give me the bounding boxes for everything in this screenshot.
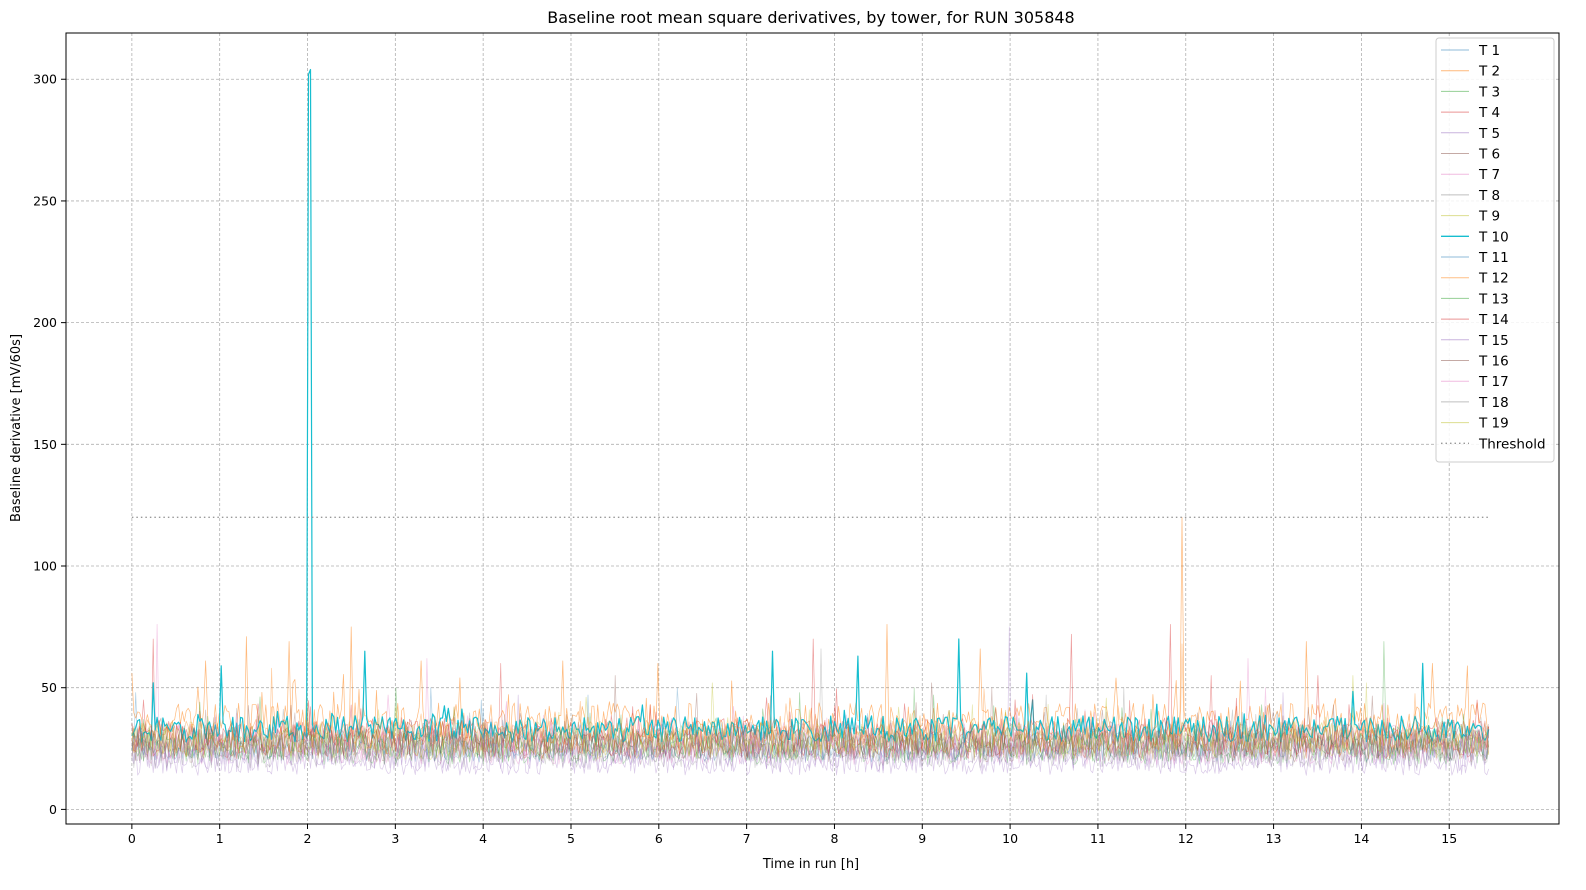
x-tick-label: 15 [1441,831,1457,846]
x-tick-label: 1 [216,831,224,846]
legend-label: T 7 [1478,167,1500,183]
x-axis-label: Time in run [h] [762,857,859,872]
legend-label: T 19 [1478,416,1509,432]
x-tick-label: 0 [128,831,136,846]
plot-frame [65,32,1560,825]
x-tick-label: 8 [830,831,838,846]
y-axis-label: Baseline derivative [mV/60s] [9,334,24,522]
x-tick-label: 3 [391,831,399,846]
x-tick-label: 2 [304,831,312,846]
legend-label: T 4 [1478,105,1500,121]
y-tick-label: 300 [33,72,57,87]
legend-label: T 9 [1478,209,1500,225]
series-layer [131,68,1490,776]
legend-label: T 15 [1478,333,1509,349]
legend-label: T 11 [1478,250,1509,266]
x-tick-label: 9 [918,831,926,846]
legend-label: T 12 [1478,271,1509,287]
y-tick-label: 200 [33,315,57,330]
y-tick-label: 50 [41,680,57,695]
x-tick-label: 12 [1178,831,1194,846]
legend-label: T 2 [1478,64,1500,80]
legend-label: Threshold [1478,436,1546,452]
legend-label: T 16 [1478,354,1509,370]
x-tick-label: 11 [1090,831,1106,846]
y-tick-label: 250 [33,193,57,208]
legend-label: T 14 [1478,312,1509,328]
series-line-t10 [131,68,1490,743]
legend-label: T 17 [1478,374,1509,390]
x-tick-label: 10 [1002,831,1018,846]
series-line-t2 [131,516,1490,742]
legend-label: T 13 [1478,291,1509,307]
legend: T 1 T 2 T 3 T 4 T 5 T 6 T 7 T 8 T 9 T 10 T 11 T 12 T… [1435,37,1555,463]
legend-label: T 5 [1478,126,1500,142]
x-tick-label: 13 [1266,831,1282,846]
grid [66,33,1559,824]
legend-label: T 8 [1478,188,1500,204]
x-tick-label: 4 [479,831,487,846]
y-tick-label: 0 [49,802,57,817]
legend-label: T 1 [1478,43,1500,59]
chart: Baseline root mean square derivatives, b… [0,0,1586,886]
x-tick-label: 5 [567,831,575,846]
legend-label: T 18 [1478,395,1509,411]
legend-label: T 10 [1478,229,1509,245]
y-tick-label: 150 [33,437,57,452]
legend-label: T 3 [1478,84,1500,100]
chart-title: Baseline root mean square derivatives, b… [547,8,1074,27]
x-tick-label: 6 [655,831,663,846]
x-tick-label: 7 [743,831,751,846]
chart-svg: Baseline root mean square derivatives, b… [9,8,1560,872]
x-tick-label: 14 [1353,831,1369,846]
y-tick-label: 100 [33,559,57,574]
legend-label: T 6 [1478,147,1500,163]
